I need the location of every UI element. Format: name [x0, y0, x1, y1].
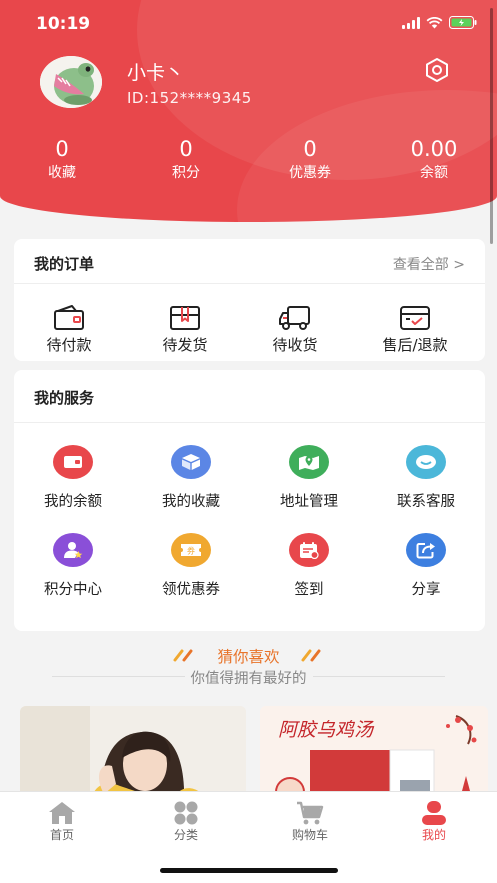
home-indicator: [160, 868, 338, 873]
stats-row: 0 收藏 0 积分 0 优惠券 0.00 余额: [0, 137, 497, 187]
stat-value: 0: [303, 137, 317, 161]
orders-title: 我的订单: [34, 255, 95, 273]
order-pending-payment[interactable]: 待付款: [14, 304, 124, 355]
guess-subtitle-text: 你值得拥有最好的: [184, 671, 313, 687]
service-address-management[interactable]: 地址管理: [254, 445, 364, 511]
decor-slashes-icon: [301, 649, 321, 662]
services-card: 我的服务 我的余额 我的收藏 地址管理 联系客服 积分中心 券 领优惠券 签到 …: [14, 370, 485, 631]
settings-hexagon-icon: [426, 58, 448, 82]
service-get-coupons[interactable]: 券 领优惠券: [136, 533, 246, 599]
service-label: 积分中心: [44, 582, 102, 598]
package-icon: [170, 306, 200, 330]
category-icon: [174, 801, 198, 825]
service-icon-bg: [289, 533, 329, 567]
coupon-icon: 券: [181, 544, 201, 556]
stat-favorites[interactable]: 0 收藏: [12, 137, 112, 182]
service-label: 联系客服: [397, 494, 455, 510]
tab-label: 分类: [173, 828, 198, 842]
chat-icon: [416, 455, 436, 469]
view-all-orders-link[interactable]: 查看全部 >: [393, 254, 465, 274]
service-label: 地址管理: [280, 494, 338, 510]
divider: [14, 422, 485, 423]
battery-icon: [449, 16, 477, 29]
wallet-icon: [64, 456, 82, 468]
product-caption: 阿胶乌鸡汤: [278, 719, 375, 741]
wifi-icon: [426, 16, 443, 28]
order-label: 售后/退款: [382, 336, 448, 354]
service-label: 分享: [411, 582, 441, 598]
user-id: ID:152****9345: [127, 89, 252, 107]
svg-text:券: 券: [187, 546, 195, 556]
order-label: 待发货: [162, 336, 208, 354]
tab-label: 我的: [421, 828, 446, 842]
tab-home[interactable]: 首页: [17, 800, 107, 843]
user-star-icon: [64, 542, 83, 559]
settings-button[interactable]: [424, 57, 450, 83]
box-icon: [182, 454, 200, 470]
stat-value: 0: [55, 137, 69, 161]
signal-icon: [402, 16, 420, 29]
service-icon-bg: [53, 533, 93, 567]
service-share[interactable]: 分享: [371, 533, 481, 599]
stat-label: 收藏: [48, 165, 76, 181]
calendar-icon: [300, 542, 319, 559]
cart-icon: [297, 801, 324, 825]
stat-coupons[interactable]: 0 优惠券: [260, 137, 360, 182]
service-label: 签到: [294, 582, 324, 598]
stat-label: 优惠券: [289, 165, 331, 181]
service-icon-bg: [53, 445, 93, 479]
guess-title: 猜你喜欢: [217, 648, 280, 666]
tab-cart[interactable]: 购物车: [265, 800, 355, 843]
tab-mine[interactable]: 我的: [389, 800, 479, 843]
service-icon-bg: [171, 445, 211, 479]
service-icon-bg: [406, 445, 446, 479]
avatar-image: [40, 56, 102, 108]
service-icon-bg: [406, 533, 446, 567]
wallet-icon: [54, 305, 84, 330]
stat-value: 0.00: [410, 137, 458, 161]
scrollbar[interactable]: [490, 8, 493, 244]
guess-subtitle: 你值得拥有最好的: [0, 667, 497, 688]
service-icon-bg: 券: [171, 533, 211, 567]
stat-points[interactable]: 0 积分: [136, 137, 236, 182]
stat-label: 余额: [420, 165, 448, 181]
order-pending-shipment[interactable]: 待发货: [130, 304, 240, 355]
order-after-sales[interactable]: 售后/退款: [360, 304, 470, 355]
service-check-in[interactable]: 签到: [254, 533, 364, 599]
stat-label: 积分: [172, 165, 200, 181]
username: 小卡丶: [127, 62, 185, 84]
tab-label: 购物车: [291, 828, 328, 842]
service-label: 我的收藏: [162, 494, 220, 510]
tab-label: 首页: [49, 828, 74, 842]
status-icons: [402, 16, 477, 29]
profile-icon: [422, 801, 446, 825]
stat-value: 0: [179, 137, 193, 161]
map-icon: [299, 456, 319, 470]
status-bar: 10:19: [0, 0, 497, 48]
truck-icon: [279, 306, 310, 330]
order-label: 待收货: [272, 336, 318, 354]
order-pending-receipt[interactable]: 待收货: [240, 304, 350, 355]
service-my-favorites[interactable]: 我的收藏: [136, 445, 246, 511]
order-label: 待付款: [46, 336, 92, 354]
home-icon: [49, 802, 75, 824]
stat-balance[interactable]: 0.00 余额: [384, 137, 484, 182]
divider: [14, 283, 485, 284]
service-points-center[interactable]: 积分中心: [18, 533, 128, 599]
refund-box-icon: [400, 306, 430, 330]
orders-card: 我的订单 查看全部 > 待付款 待发货 待收货 售后/退款: [14, 239, 485, 361]
service-my-balance[interactable]: 我的余额: [18, 445, 128, 511]
service-contact-support[interactable]: 联系客服: [371, 445, 481, 511]
tab-category[interactable]: 分类: [141, 800, 231, 843]
avatar[interactable]: [40, 56, 102, 108]
status-time: 10:19: [36, 14, 91, 34]
service-label: 我的余额: [44, 494, 102, 510]
share-icon: [416, 543, 435, 559]
service-icon-bg: [289, 445, 329, 479]
service-label: 领优惠券: [162, 582, 220, 598]
services-title: 我的服务: [34, 389, 95, 407]
